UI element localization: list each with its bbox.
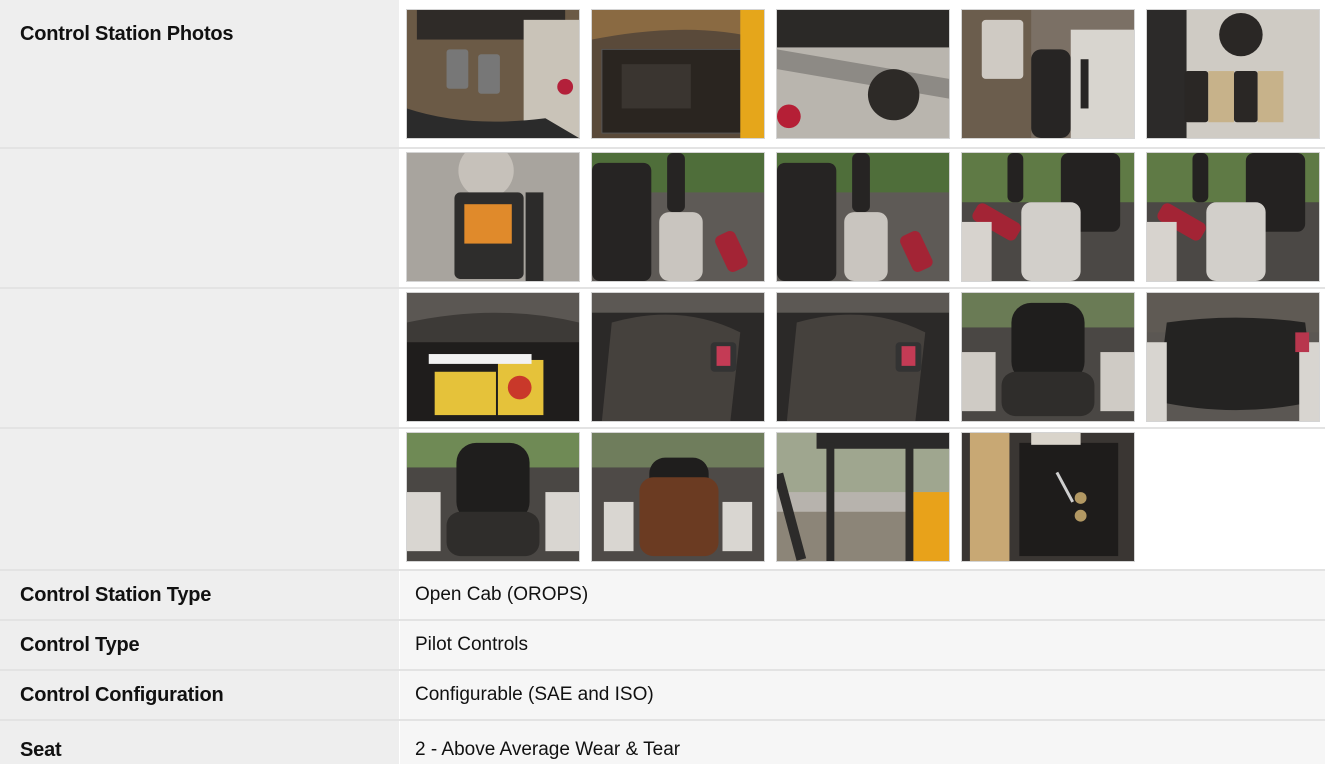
photo-left-joystick-1-image [592, 153, 764, 281]
spec-value: Configurable (SAE and ISO) [400, 671, 1325, 719]
photo-left-joystick-1[interactable] [591, 152, 765, 282]
spec-value: Pilot Controls [400, 621, 1325, 669]
spec-row-control-configuration: Control Configuration Configurable (SAE … [0, 671, 1325, 719]
photo-seat-cover[interactable] [591, 432, 765, 562]
photo-display-monitor[interactable] [406, 152, 580, 282]
spec-value-text: 2 - Above Average Wear & Tear [415, 739, 681, 760]
spec-label-text: Control Station Type [20, 584, 212, 606]
photo-canopy-exterior[interactable] [776, 432, 950, 562]
photo-seat-belt-1-image [592, 293, 764, 421]
photo-seat-cover-image [592, 433, 764, 561]
photos-cell-4 [400, 429, 1325, 569]
spec-label: Control Configuration [0, 671, 399, 719]
photo-under-seat-decals[interactable] [406, 292, 580, 422]
photo-seat-belt-2[interactable] [776, 292, 950, 422]
photo-rear-access[interactable] [961, 432, 1135, 562]
spec-label-text: Seat [20, 739, 62, 761]
photo-knob[interactable] [776, 9, 950, 139]
spec-row-control-station-type: Control Station Type Open Cab (OROPS) [0, 571, 1325, 619]
spec-label: Seat [0, 721, 399, 764]
photos-cell-3 [400, 289, 1325, 427]
photo-seat-front[interactable] [961, 292, 1135, 422]
photos-label-cell-empty [0, 429, 399, 569]
photo-seat-overview[interactable] [406, 432, 580, 562]
photo-right-joystick-2-image [1147, 153, 1319, 281]
spec-label-text: Control Configuration [20, 684, 224, 706]
photo-seat-cushion-image [1147, 293, 1319, 421]
spec-row-seat: Seat 2 - Above Average Wear & Tear [0, 721, 1325, 764]
spec-label: Control Type [0, 621, 399, 669]
photo-panel-seat-edge[interactable] [591, 9, 765, 139]
photo-right-joystick-1-image [962, 153, 1134, 281]
spec-value: Open Cab (OROPS) [400, 571, 1325, 619]
photos-label-cell-empty [0, 289, 399, 427]
photos-cell-1 [400, 0, 1325, 147]
photos-row-3 [0, 289, 1325, 427]
photos-row-4 [0, 429, 1325, 569]
photo-right-joystick-2[interactable] [1146, 152, 1320, 282]
photo-pedals-floor[interactable] [406, 9, 580, 139]
photos-label-cell-empty [0, 149, 399, 287]
photo-switch-panel-image [1147, 10, 1319, 138]
photo-under-seat-decals-image [407, 293, 579, 421]
spec-value-text: Pilot Controls [415, 634, 528, 655]
photo-seat-belt-1[interactable] [591, 292, 765, 422]
photos-row-1: Control Station Photos [0, 0, 1325, 147]
photo-pedals-floor-image [407, 10, 579, 138]
photo-seat-cushion[interactable] [1146, 292, 1320, 422]
photo-seat-belt-2-image [777, 293, 949, 421]
photo-display-monitor-image [407, 153, 579, 281]
photo-knob-image [777, 10, 949, 138]
spec-row-control-type: Control Type Pilot Controls [0, 621, 1325, 669]
photo-left-joystick-2-image [777, 153, 949, 281]
photos-cell-2 [400, 149, 1325, 287]
photo-joystick-console[interactable] [961, 9, 1135, 139]
photos-label: Control Station Photos [20, 23, 234, 45]
photos-label-cell: Control Station Photos [0, 0, 399, 147]
photo-panel-seat-edge-image [592, 10, 764, 138]
photo-left-joystick-2[interactable] [776, 152, 950, 282]
photo-seat-overview-image [407, 433, 579, 561]
spec-label: Control Station Type [0, 571, 399, 619]
photos-row-2 [0, 149, 1325, 287]
photo-seat-front-image [962, 293, 1134, 421]
photo-rear-access-image [962, 433, 1134, 561]
spec-value: 2 - Above Average Wear & Tear [400, 721, 1325, 764]
photo-joystick-console-image [962, 10, 1134, 138]
spec-label-text: Control Type [20, 634, 140, 656]
spec-value-text: Configurable (SAE and ISO) [415, 684, 654, 705]
photo-switch-panel[interactable] [1146, 9, 1320, 139]
photo-canopy-exterior-image [777, 433, 949, 561]
spec-value-text: Open Cab (OROPS) [415, 584, 589, 605]
photo-right-joystick-1[interactable] [961, 152, 1135, 282]
